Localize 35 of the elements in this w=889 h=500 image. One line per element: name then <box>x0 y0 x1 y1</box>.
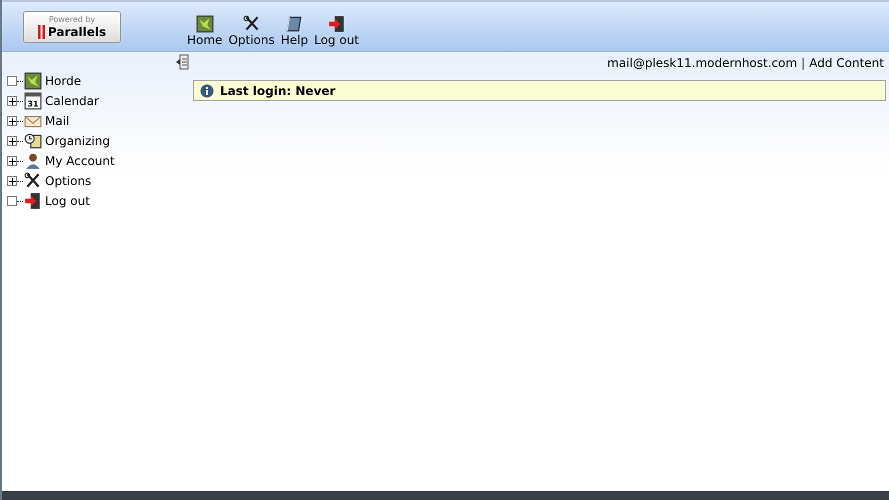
clock-icon <box>24 132 42 150</box>
tree-item[interactable]: Log out <box>45 194 90 208</box>
person-icon <box>24 152 42 170</box>
tree-item[interactable]: Organizing <box>45 134 110 148</box>
map-icon <box>24 72 42 90</box>
add-content-link[interactable]: Add Content <box>809 56 884 70</box>
tree-item[interactable]: Options <box>45 174 92 188</box>
nav-link[interactable]: Help <box>280 14 308 46</box>
info-icon <box>200 84 214 98</box>
expand-toggle[interactable] <box>7 136 17 146</box>
tree-item[interactable]: My Account <box>45 154 115 168</box>
expand-toggle[interactable] <box>7 176 17 186</box>
last-login-message: Last login: Never <box>220 84 336 98</box>
separator: | <box>801 56 806 70</box>
user-email: mail@plesk11.modernhost.com <box>607 56 798 70</box>
nav-link[interactable]: Options <box>228 14 275 46</box>
expand-toggle[interactable] <box>7 96 17 106</box>
logo-wordmark: Parallels <box>48 24 106 38</box>
tree-item[interactable]: Mail <box>45 114 70 128</box>
collapse-sidebar-icon[interactable] <box>175 54 189 70</box>
logo-bars-icon <box>38 24 46 38</box>
nav-link[interactable]: Log out <box>314 14 360 46</box>
parallels-logo[interactable]: Powered by Parallels <box>23 10 121 42</box>
expand-toggle[interactable] <box>7 116 17 126</box>
tree-item[interactable]: Calendar <box>45 94 99 108</box>
nav-link[interactable]: Home <box>187 14 222 46</box>
logo-caption: Powered by <box>48 14 96 24</box>
exit-door-icon <box>328 14 346 32</box>
tools-icon <box>24 172 42 190</box>
tools-icon <box>242 14 261 32</box>
expand-toggle[interactable] <box>7 156 17 166</box>
tree-item[interactable]: Horde <box>45 74 82 88</box>
book-icon <box>285 14 304 32</box>
exit-door-icon <box>24 192 42 210</box>
map-icon <box>196 14 214 32</box>
